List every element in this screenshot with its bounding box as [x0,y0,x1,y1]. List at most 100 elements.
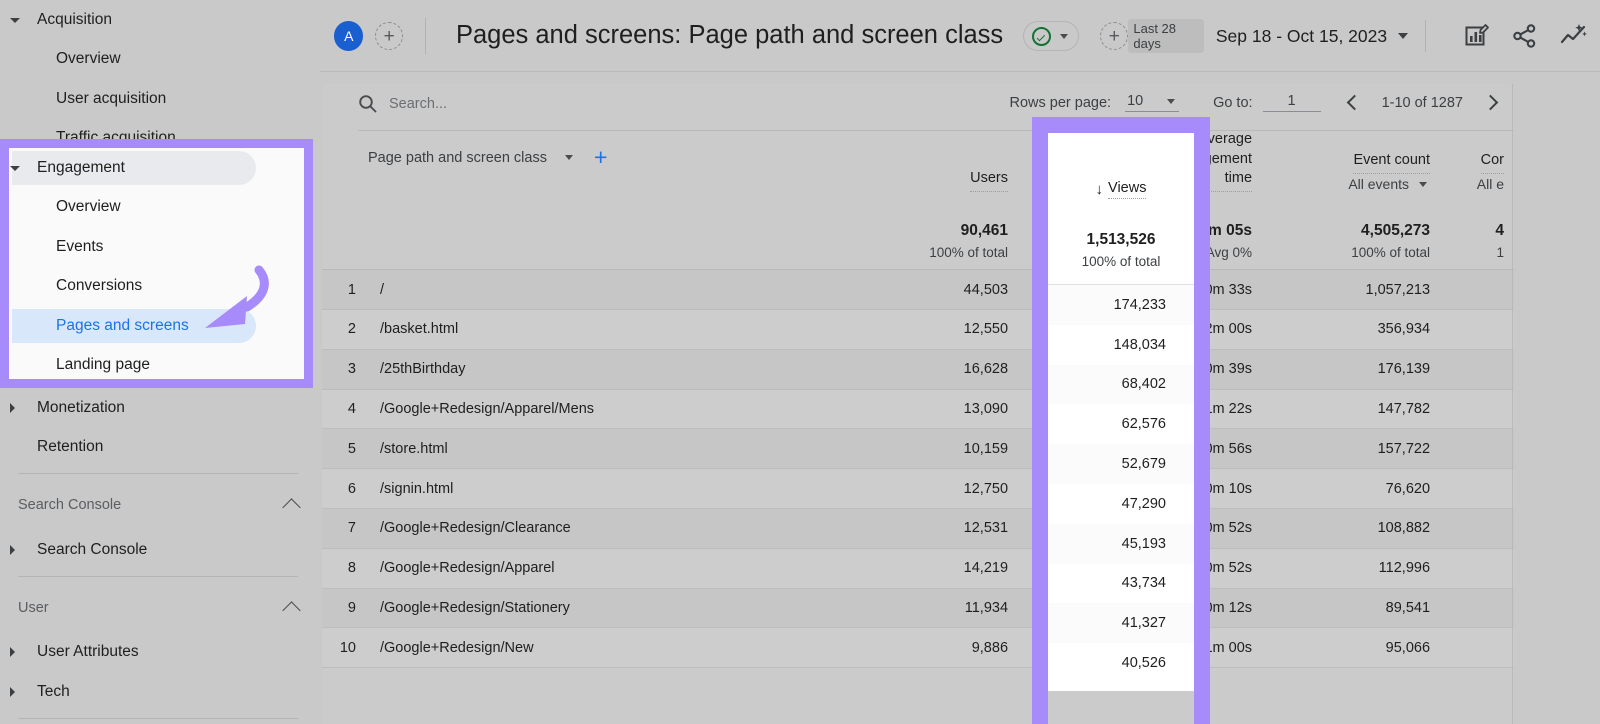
insights-icon[interactable] [1560,22,1588,50]
table-row[interactable]: 6/signin.html 12,750 3.71 0m 10s 76,620 [322,468,1515,509]
row-gap [704,428,715,470]
sidebar-item-search-console[interactable]: Search Console [0,530,320,570]
sidebar-item-events[interactable]: Events [0,227,304,267]
row-users: 10,159 [896,428,1019,470]
add-dimension-icon[interactable]: + [594,146,607,169]
row-rank: 10 [322,627,368,669]
row-avg-engagement-time: 0m 39s [1140,349,1263,390]
table-header: Page path and screen class + Users Views… [322,130,1515,271]
dimension-header[interactable]: Page path and screen class + [368,130,714,200]
sidebar-item-label: Traffic acquisition [56,129,176,147]
row-rank: 1 [322,269,368,310]
sidebar-item-pages-and-screens[interactable]: Pages and screens [0,306,304,346]
table-row[interactable]: 9/Google+Redesign/Stationery 11,934 3.46 0m… [322,588,1515,629]
table-row[interactable]: 2/basket.html 12,550 11.80 2m 00s 356,934 [322,309,1515,350]
share-icon[interactable] [1512,23,1538,49]
row-views-per-user: 3.46 [1018,588,1141,629]
table-row[interactable]: 4/Google+Redesign/Apparel/Mens 13,090 4.78… [322,389,1515,430]
totals-dimension-cell [368,200,715,271]
row-views [714,269,897,310]
previous-page-button[interactable] [1346,94,1362,111]
conversions-header-label: Cor [1480,151,1505,175]
topbar-right-controls: Last 28 days Sep 18 - Oct 15, 2023 [1128,19,1600,53]
rows-per-page-select[interactable]: 10 [1125,93,1180,112]
sidebar-item-landing-page[interactable]: Landing page [0,346,304,380]
sidebar-item-conversions[interactable]: Conversions [0,267,304,307]
row-views [714,309,897,350]
add-comparison-button[interactable]: + [375,22,403,50]
table-row[interactable]: 10/Google+Redesign/New 9,886 4.10 1m 00s 95,… [322,627,1515,669]
conversions-header[interactable]: Cor All e [1440,130,1514,200]
users-header-label: Users [970,169,1009,193]
row-avg-engagement-time: 1m 00s [1140,627,1263,669]
sidebar-item-overview[interactable]: Overview [0,188,304,228]
table-row[interactable]: 7/Google+Redesign/Clearance 12,531 3.61 0m … [322,508,1515,549]
table-row[interactable]: 1/ 44,503 3.92 0m 33s 1,057,213 [322,269,1515,310]
table-row[interactable]: 3/25thBirthday 16,628 4.11 0m 39s 176,139 [322,349,1515,390]
row-rank: 7 [322,508,368,549]
totals-avg-engagement-time-value: 3m 05s [1199,222,1253,240]
sidebar-section-search-console[interactable]: Search Console [0,480,320,530]
sidebar-item-monetization[interactable]: Monetization [0,388,320,428]
sidebar-item-retention[interactable]: Retention [0,428,320,468]
row-page-path: /basket.html [368,309,704,350]
edit-report-icon[interactable] [1464,23,1490,49]
row-gap [704,468,715,509]
totals-conversions-sub: 1 [1496,245,1505,261]
add-filter-button[interactable]: + [1100,22,1129,51]
views-per-user-header[interactable]: Views per user [1018,130,1140,200]
chevron-right-icon [1482,94,1499,111]
chevron-up-icon[interactable] [282,600,301,620]
row-event-count: 89,541 [1262,588,1441,629]
row-conversions [1440,349,1515,390]
sidebar-item-user-acquisition[interactable]: User acquisition [0,79,320,119]
row-page-path: /signin.html [368,468,704,509]
sidebar-item-label: Retention [37,438,104,456]
totals-event-count-value: 4,505,273 [1361,222,1431,240]
topbar-divider [1425,20,1426,52]
event-count-filter[interactable]: All events [1262,176,1430,192]
chevron-down-icon[interactable] [564,155,573,160]
report-status-badge[interactable] [1023,21,1080,52]
sidebar-bottom-group: Monetization Retention Search Console Searc… [0,388,320,724]
check-circle-icon [1032,26,1052,46]
views-header[interactable] [714,130,896,200]
row-users: 12,750 [896,468,1019,509]
date-range-chevron-down-icon[interactable] [1398,33,1409,39]
sidebar-item-overview[interactable]: Overview [0,40,320,80]
chevron-down-icon[interactable] [1060,33,1069,39]
sidebar-item-label: Conversions [56,277,143,295]
row-page-path: /store.html [368,428,704,470]
row-rank: 5 [322,428,368,470]
next-page-button[interactable] [1482,94,1499,111]
search-box[interactable] [358,94,649,113]
chevron-up-icon[interactable] [282,498,301,517]
row-page-path: /Google+Redesign/Stationery [368,588,704,629]
table-row[interactable]: 5/store.html 10,159 5.19 0m 56s 157,722 [322,428,1515,470]
sidebar-section-user[interactable]: User [0,583,320,633]
row-conversions [1440,269,1515,310]
row-views [714,588,897,629]
sidebar-item-acquisition[interactable]: Acquisition [0,0,320,40]
table-toolbar: Rows per page: 10 Go to: 1 1-10 of 1287 [322,84,1514,130]
sidebar-divider [18,717,298,719]
sidebar-item-label: Overview [56,198,121,216]
sidebar-item-engagement[interactable]: Engagement [0,148,304,188]
rank-header [322,130,368,200]
sidebar-item-tech[interactable]: Tech [0,672,320,712]
avg-engagement-time-header[interactable]: Average engagement time [1140,130,1262,200]
conversions-filter[interactable]: All e [1440,176,1504,192]
row-conversions [1440,627,1515,669]
search-input[interactable] [389,95,649,112]
date-range-text[interactable]: Sep 18 - Oct 15, 2023 [1216,26,1387,47]
row-avg-engagement-time: 0m 56s [1140,428,1263,470]
goto-input[interactable]: 1 [1262,93,1321,112]
main-content-area: A + Pages and screens: Page path and scr… [320,0,1600,724]
sidebar-item-user-attributes[interactable]: User Attributes [0,633,320,673]
data-table: Page path and screen class + Users Views… [322,130,1515,669]
table-row[interactable]: 8/Google+Redesign/Apparel 14,219 3.08 0m 52… [322,548,1515,589]
event-count-header[interactable]: Event count All events [1262,130,1440,200]
row-event-count: 108,882 [1262,508,1441,549]
topbar-bottom-border [320,71,1600,72]
users-header[interactable]: Users [896,130,1018,200]
